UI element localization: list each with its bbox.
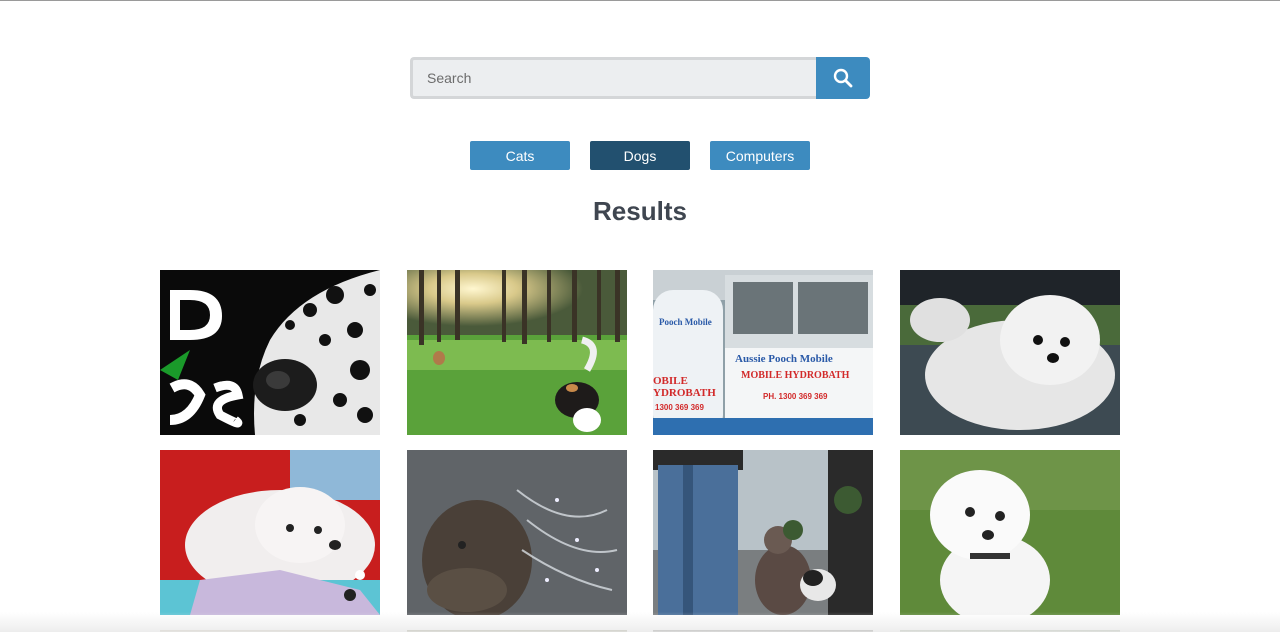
- dalmatian-image: [160, 270, 380, 435]
- white-dog-image: [900, 270, 1120, 435]
- page: Cats Dogs Computers Results: [0, 0, 1280, 632]
- image-tile-white-dog[interactable]: [900, 270, 1120, 435]
- field-dogs-image: [407, 270, 627, 435]
- category-button-cats[interactable]: Cats: [470, 141, 570, 170]
- trailer-side-text-1: Pooch Mobile: [659, 317, 712, 327]
- dog-blanket-image: [160, 450, 380, 615]
- trailer-text-name: Aussie Pooch Mobile: [735, 353, 833, 365]
- category-button-dogs[interactable]: Dogs: [590, 141, 690, 170]
- image-tile-dogs-leash[interactable]: [653, 450, 873, 615]
- results-heading: Results: [593, 196, 687, 226]
- category-filters: Cats Dogs Computers: [470, 141, 810, 170]
- search-icon: [833, 68, 853, 88]
- image-tile-dog-water[interactable]: [407, 450, 627, 615]
- trailer-side-text-4: 1300 369 369: [655, 403, 704, 412]
- image-tile-hydrobath-trailer[interactable]: Aussie Pooch Mobile MOBILE HYDROBATH PH.…: [653, 270, 873, 435]
- trailer-side-text-2: OBILE: [653, 375, 688, 387]
- bottom-shadow: [0, 612, 1280, 632]
- white-poodle-image: [900, 450, 1120, 615]
- category-button-computers[interactable]: Computers: [710, 141, 810, 170]
- trailer-side-text-3: YDROBATH: [653, 387, 716, 399]
- image-tile-white-poodle[interactable]: [900, 450, 1120, 615]
- search-bar: [410, 57, 870, 99]
- image-tile-field-dogs[interactable]: [407, 270, 627, 435]
- dog-water-image: [407, 450, 627, 615]
- search-button[interactable]: [816, 57, 870, 99]
- image-tile-dalmatian[interactable]: [160, 270, 380, 435]
- hydrobath-trailer-image: Aussie Pooch Mobile MOBILE HYDROBATH PH.…: [653, 270, 873, 435]
- top-divider: [0, 0, 1280, 1]
- image-tile-dog-blanket[interactable]: [160, 450, 380, 615]
- trailer-text-phone: PH. 1300 369 369: [763, 392, 828, 401]
- dogs-leash-image: [653, 450, 873, 615]
- trailer-text-hydrobath: MOBILE HYDROBATH: [741, 370, 850, 381]
- search-input[interactable]: [410, 57, 816, 99]
